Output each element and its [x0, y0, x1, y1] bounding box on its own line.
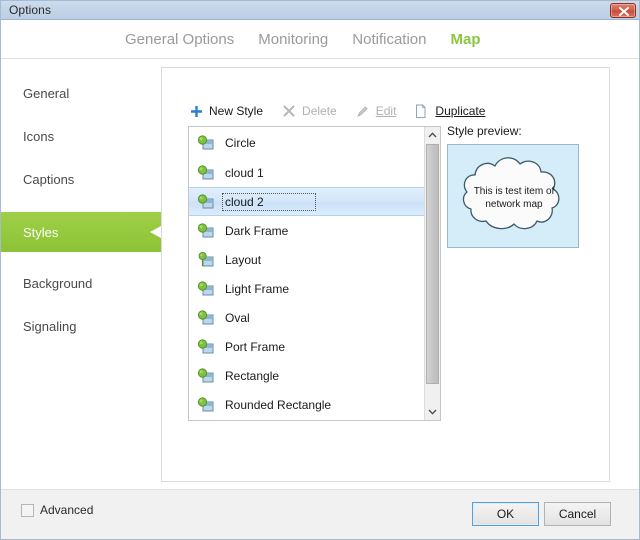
sidebar-item-captions[interactable]: Captions: [1, 159, 161, 199]
sidebar: General Icons Captions Styles Background…: [1, 59, 161, 489]
advanced-checkbox[interactable]: Advanced: [21, 503, 93, 517]
scrollbar-thumb[interactable]: [426, 144, 439, 384]
window-title: Options: [9, 3, 52, 17]
list-item-label: Port Frame: [225, 339, 286, 354]
duplicate-button[interactable]: Duplicate: [414, 103, 485, 119]
copy-page-icon: [414, 103, 430, 119]
sidebar-item-icons[interactable]: Icons: [1, 116, 161, 156]
sidebar-item-label: Captions: [23, 171, 75, 187]
sidebar-item-label: Styles: [23, 224, 59, 240]
sidebar-item-background[interactable]: Background: [1, 263, 161, 303]
list-item-selected[interactable]: cloud 2: [189, 187, 424, 216]
style-shape-icon: [197, 193, 214, 208]
sidebar-item-label: Signaling: [23, 318, 77, 334]
list-item-label: Oval: [225, 310, 250, 325]
list-item-label: Circle: [225, 135, 256, 150]
list-scrollbar[interactable]: [424, 127, 440, 420]
list-item-label: Layout: [225, 252, 262, 267]
style-shape-icon: [197, 280, 214, 295]
list-item[interactable]: Light Frame: [189, 274, 425, 303]
styles-panel: New Style Delete Edit Duplicate Circle c…: [161, 67, 610, 482]
style-shape-icon: [197, 134, 214, 149]
style-layout-icon: [198, 251, 214, 266]
tab-general-options[interactable]: General Options: [125, 31, 234, 48]
title-bar: Options: [1, 1, 639, 20]
tab-monitoring[interactable]: Monitoring: [258, 31, 328, 48]
cross-icon: [281, 103, 297, 119]
options-dialog: Options General Options Monitoring Notif…: [0, 0, 640, 540]
list-item[interactable]: Oval: [189, 303, 425, 332]
close-icon[interactable]: [610, 3, 636, 18]
style-list[interactable]: Circle cloud 1 cloud 2 Dark Frame Layout…: [188, 126, 441, 421]
sidebar-item-signaling[interactable]: Signaling: [1, 306, 161, 346]
sidebar-item-label: Icons: [23, 128, 55, 144]
edit-label: Edit: [375, 104, 397, 118]
plus-icon: [188, 103, 204, 119]
styles-toolbar: New Style Delete Edit Duplicate: [188, 100, 503, 122]
sidebar-item-label: General: [23, 85, 70, 101]
tab-bar: General Options Monitoring Notification …: [1, 21, 639, 59]
tab-notification[interactable]: Notification: [352, 31, 426, 48]
style-shape-icon: [197, 367, 214, 382]
delete-button[interactable]: Delete: [281, 103, 337, 119]
style-shape-icon: [197, 338, 214, 353]
edit-button[interactable]: Edit: [355, 103, 397, 119]
list-item[interactable]: Rectangle: [189, 361, 425, 390]
sidebar-item-label: Background: [23, 275, 93, 291]
style-shape-icon: [197, 164, 214, 179]
new-style-button[interactable]: New Style: [188, 103, 263, 119]
chevron-up-icon[interactable]: [425, 127, 440, 143]
list-item-label: cloud 1: [225, 165, 264, 180]
list-item[interactable]: Dark Frame: [189, 216, 425, 245]
style-preview-box: This is test item of network map: [447, 144, 579, 248]
tab-map[interactable]: Map: [450, 31, 480, 48]
list-item[interactable]: Layout: [189, 245, 425, 274]
list-item-label: cloud 2: [222, 192, 316, 211]
sidebar-active-notch-icon: [150, 212, 161, 252]
cancel-button[interactable]: Cancel: [544, 502, 611, 526]
list-item[interactable]: cloud 1: [189, 158, 425, 187]
list-item[interactable]: Port Frame: [189, 332, 425, 361]
list-item-label: Rounded Rectangle: [225, 397, 332, 412]
chevron-down-icon[interactable]: [425, 404, 440, 420]
list-item-label: Dark Frame: [225, 223, 289, 238]
new-style-label: New Style: [209, 104, 264, 118]
style-shape-icon: [197, 222, 214, 237]
dialog-footer: Advanced OK Cancel: [1, 489, 639, 539]
checkbox-box[interactable]: [21, 503, 34, 517]
list-item[interactable]: Rounded Rectangle: [189, 390, 425, 419]
sidebar-item-styles[interactable]: Styles: [1, 212, 161, 252]
style-shape-icon: [197, 309, 214, 324]
style-preview-text: This is test item of network map: [473, 186, 555, 210]
delete-label: Delete: [302, 104, 337, 118]
style-shape-icon: [197, 396, 214, 411]
list-item-label: Rectangle: [225, 368, 280, 383]
list-item-label: Light Frame: [225, 281, 290, 296]
advanced-label: Advanced: [40, 503, 94, 517]
list-item[interactable]: Circle: [189, 127, 425, 158]
dialog-body: General Icons Captions Styles Background…: [1, 59, 639, 489]
sidebar-item-general[interactable]: General: [1, 73, 161, 113]
duplicate-label: Duplicate: [435, 104, 486, 118]
style-preview-label: Style preview:: [447, 124, 522, 138]
ok-button[interactable]: OK: [472, 502, 539, 526]
pencil-icon: [355, 103, 371, 119]
